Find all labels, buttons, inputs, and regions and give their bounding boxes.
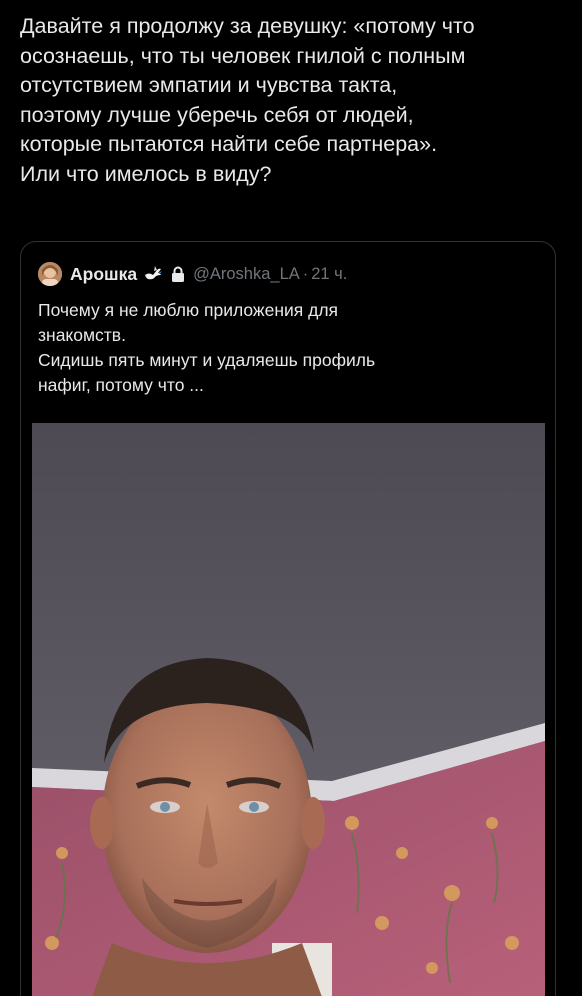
avatar[interactable] xyxy=(38,262,62,286)
quoted-tweet-card[interactable]: Арошка @Aroshka_LA · 21 ч. Почему я не л… xyxy=(20,241,556,996)
separator-dot: · xyxy=(302,264,309,283)
quoted-tweet-text: Почему я не люблю приложения для знакомс… xyxy=(38,300,376,395)
author-handle[interactable]: @Aroshka_LA xyxy=(193,265,300,284)
dove-icon xyxy=(145,266,163,280)
selfie-photo-image xyxy=(32,423,545,996)
quoted-tweet-photo[interactable] xyxy=(32,423,545,996)
tweet-text: Давайте я продолжу за девушку: «потому ч… xyxy=(20,14,475,186)
author-name[interactable]: Арошка xyxy=(70,264,137,285)
timestamp[interactable]: 21 ч. xyxy=(311,265,347,284)
quoted-tweet-header: Арошка @Aroshka_LA · 21 ч. xyxy=(38,261,347,287)
lock-icon xyxy=(172,266,185,282)
